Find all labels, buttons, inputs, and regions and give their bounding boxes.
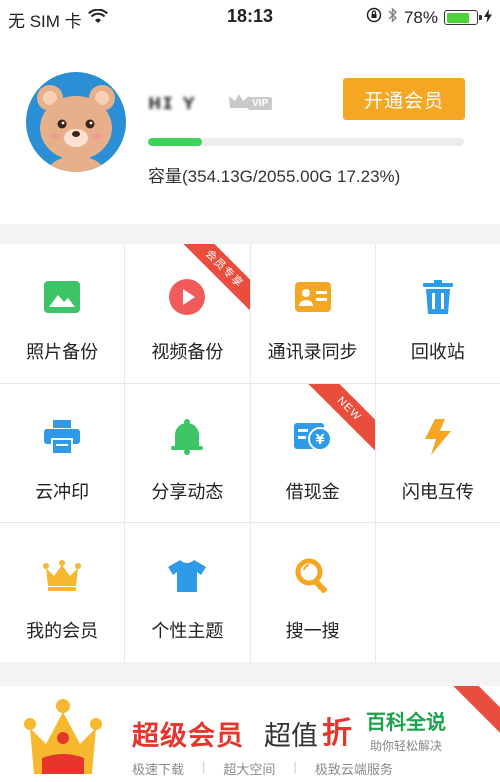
- feature-fast-download: 极速下载: [132, 762, 185, 777]
- username: ʜɪ ʏ: [148, 89, 197, 114]
- battery-icon: [444, 10, 482, 25]
- grid-item-borrow-cash[interactable]: NEW ¥ 借现金: [250, 383, 375, 523]
- profile-card: ʜɪ ʏ VIP 开通会员 容量(354.13G/2055.00G 17.23%…: [0, 34, 500, 224]
- printer-icon: [43, 418, 81, 456]
- vip-badge: VIP: [228, 92, 273, 110]
- capacity-text: 容量(354.13G/2055.00G 17.23%): [148, 167, 401, 186]
- watermark-title: 百科全说: [366, 712, 446, 734]
- big-crown-icon: [22, 698, 104, 782]
- open-vip-button[interactable]: 开通会员: [343, 78, 465, 120]
- lightning-icon: [419, 418, 457, 456]
- grid-item-label: 我的会员: [26, 621, 99, 642]
- grid-item-share-feed[interactable]: 分享动态: [125, 383, 250, 523]
- charging-icon: [484, 8, 492, 28]
- banner-title: 超级会员: [132, 721, 244, 751]
- status-bar: 无 SIM 卡 18:13 78%: [0, 0, 500, 34]
- grid-item-my-membership[interactable]: 我的会员: [0, 523, 125, 662]
- grid-item-label: 搜一搜: [285, 621, 340, 642]
- rotation-lock-icon: [366, 7, 382, 28]
- grid-item-label: 借现金: [285, 481, 340, 502]
- grid-item-label: 回收站: [410, 342, 465, 362]
- banner-features: 极速下载 | 超大空间 | 极致云端服务: [132, 759, 393, 778]
- grid-item-search[interactable]: 搜一搜: [250, 523, 375, 662]
- tshirt-icon: [168, 557, 207, 595]
- corner-ribbon: [451, 686, 500, 735]
- grid-item-recycle-bin[interactable]: 回收站: [375, 244, 500, 383]
- divider: |: [202, 759, 206, 774]
- bluetooth-icon: [388, 7, 398, 28]
- grid-item-empty: [375, 523, 500, 662]
- grid-item-video-backup[interactable]: 会员专享 视频备份: [125, 244, 250, 383]
- watermark-subtitle: 助你轻松解决: [370, 739, 443, 753]
- banner-subtitle-tail: 折: [322, 717, 352, 750]
- grid-item-contacts-sync[interactable]: 通讯录同步: [250, 244, 375, 383]
- avatar[interactable]: [26, 72, 126, 172]
- battery-percent: 78%: [403, 7, 438, 27]
- grid-item-label: 闪电互传: [401, 481, 474, 502]
- feature-grid: 照片备份 会员专享 视频备份 通讯录同步 回收站 云冲印 分享动态 NEW ¥: [0, 244, 500, 662]
- trash-icon: [419, 278, 457, 316]
- super-member-banner[interactable]: 超级会员 超值 折 极速下载 | 超大空间 | 极致云端服务 百科全说 助你轻松…: [0, 686, 500, 782]
- grid-item-label: 分享动态: [151, 481, 224, 502]
- storage-progress-bar: [148, 138, 464, 146]
- grid-item-label: 照片备份: [26, 342, 99, 362]
- feature-large-space: 超大空间: [223, 762, 276, 777]
- vip-label: VIP: [248, 97, 273, 110]
- feature-cloud-service: 极致云端服务: [314, 762, 393, 777]
- svg-text:¥: ¥: [315, 433, 324, 448]
- yuan-card-icon: ¥: [293, 418, 332, 456]
- crown-icon: [43, 557, 82, 595]
- bell-icon: [168, 418, 206, 456]
- grid-item-theme[interactable]: 个性主题: [125, 523, 250, 662]
- grid-item-label: 通讯录同步: [267, 342, 358, 362]
- photo-icon: [43, 278, 81, 316]
- grid-item-flash-transfer[interactable]: 闪电互传: [375, 383, 500, 523]
- magnifier-icon: [294, 557, 332, 595]
- video-play-icon: [168, 278, 206, 316]
- grid-item-label: 个性主题: [151, 621, 224, 642]
- divider: |: [293, 759, 297, 774]
- grid-item-photo-backup[interactable]: 照片备份: [0, 244, 125, 383]
- banner-subtitle: 超值: [264, 721, 318, 751]
- grid-item-label: 云冲印: [35, 481, 90, 502]
- contact-card-icon: [294, 278, 332, 316]
- grid-item-label: 视频备份: [151, 342, 224, 362]
- grid-item-cloud-print[interactable]: 云冲印: [0, 383, 125, 523]
- watermark: 百科全说 助你轻松解决: [366, 706, 446, 754]
- crown-icon: [228, 92, 250, 110]
